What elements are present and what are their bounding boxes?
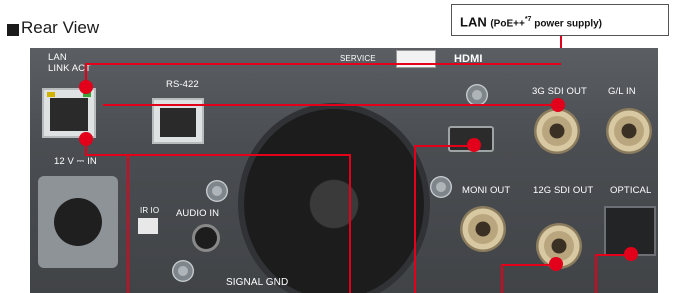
page-title: Rear View — [21, 18, 100, 37]
lan-top-horizontal — [85, 63, 561, 65]
service-label: SERVICE — [340, 54, 376, 63]
callout-main: LAN — [460, 14, 491, 30]
lan-port-drop — [349, 154, 351, 293]
audio-in-label: AUDIO IN — [176, 208, 220, 219]
lan-port — [42, 88, 96, 138]
lan-port-horizontal — [85, 154, 350, 156]
audio-screw — [206, 180, 228, 202]
title-square-icon — [7, 24, 19, 36]
hdmi-horizontal — [415, 145, 474, 147]
ir-io-label: IR IO — [140, 206, 160, 215]
sdi12g-out-label: 12G SDI OUT — [533, 185, 594, 196]
signal-gnd-label: SIGNAL GND — [226, 277, 289, 288]
dc-in-label: 12 V ⎓ IN — [54, 156, 97, 167]
optical-label: OPTICAL — [610, 185, 652, 196]
gl-in-connector — [606, 108, 652, 154]
sdi12g-horizontal — [502, 264, 556, 266]
cooling-fan — [238, 103, 430, 293]
lan-link-dot — [79, 80, 93, 94]
rs422-label: RS-422 — [166, 79, 199, 90]
rear-panel-photo: LAN LINK ACT RS-422 SERVICE HDMI 3G SDI … — [30, 48, 658, 293]
gl-in-label: G/L IN — [608, 86, 636, 97]
sdi3g-horizontal — [103, 104, 558, 106]
lan-port-vertical — [85, 139, 87, 155]
moni-out-connector — [460, 206, 506, 252]
sdi3g-out-label: 3G SDI OUT — [532, 86, 587, 97]
hdmi-screw — [466, 84, 488, 106]
sdi3g-out-connector — [534, 108, 580, 154]
sdi12g-drop — [501, 264, 503, 293]
optical-drop — [595, 254, 597, 293]
moni-out-label: MONI OUT — [462, 185, 511, 196]
gnd-screw — [172, 260, 194, 282]
ir-io-port — [138, 218, 158, 234]
lan-left-drop — [127, 154, 129, 293]
callout-small-end: power supply) — [531, 18, 602, 30]
sdi3g-dot — [551, 98, 565, 112]
callout-small: (PoE++ — [490, 18, 525, 30]
audio-in-jack — [192, 224, 220, 252]
dc-in-xlr-connector — [38, 176, 118, 268]
hdmi-drop — [414, 145, 416, 293]
optical-horizontal — [596, 254, 631, 256]
moni-screw — [430, 176, 452, 198]
service-dip-switch — [396, 50, 436, 68]
lan-poe-callout: LAN (PoE++*7 power supply) — [451, 4, 669, 36]
